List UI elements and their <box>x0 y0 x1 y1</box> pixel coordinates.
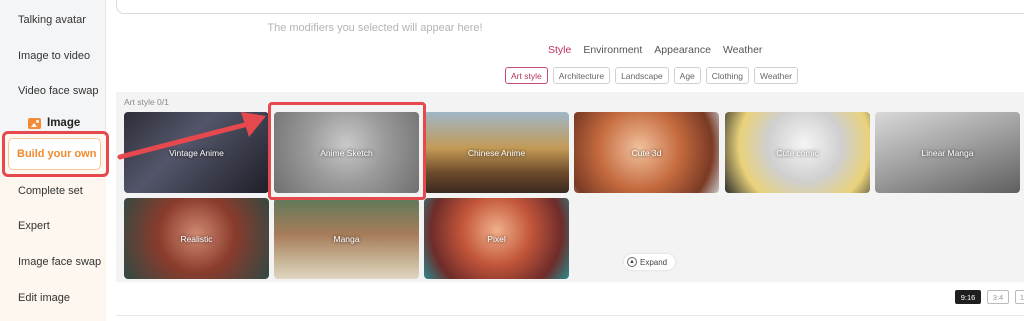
ratio-1-button[interactable]: 1 <box>1015 290 1024 304</box>
expand-button[interactable]: ▲ Expand <box>624 254 676 270</box>
divider <box>116 315 1024 316</box>
expand-label: Expand <box>640 257 668 267</box>
app-root: Talking avatar Image to video Video face… <box>0 0 1024 321</box>
ratio-3-4-button[interactable]: 3:4 <box>987 290 1009 304</box>
ratio-9-16-button[interactable]: 9:16 <box>955 290 981 304</box>
annotation-arrow <box>117 112 266 160</box>
chevron-up-icon: ▲ <box>627 257 637 267</box>
